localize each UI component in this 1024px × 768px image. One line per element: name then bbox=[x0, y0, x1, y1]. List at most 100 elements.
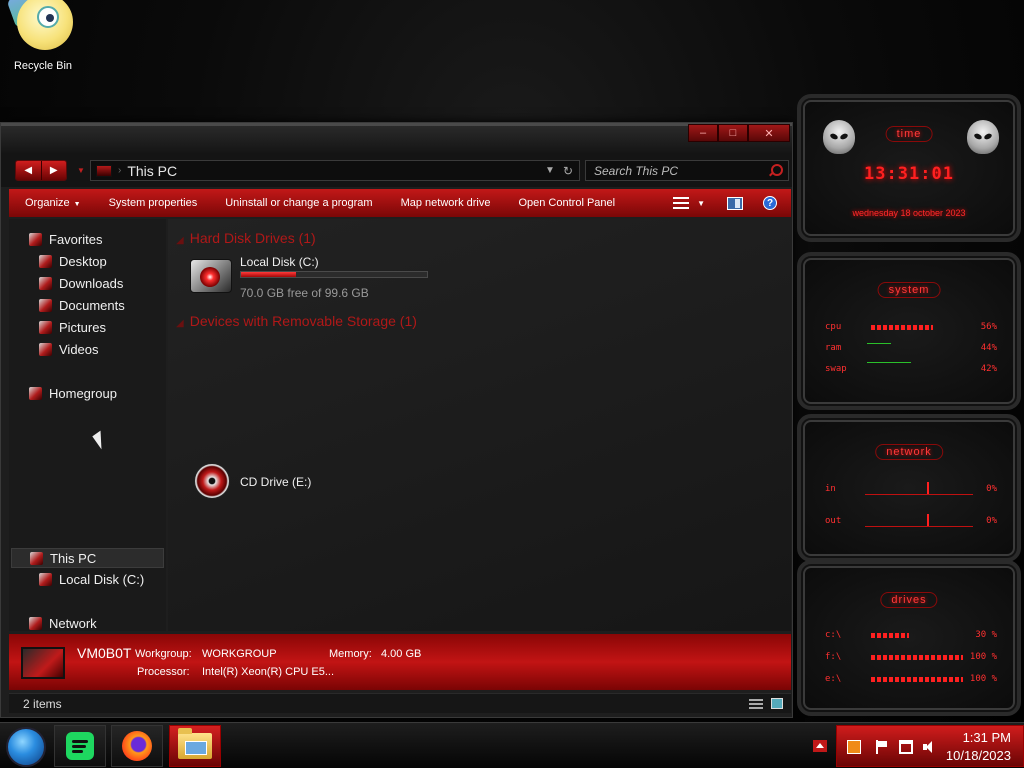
tray-app-icon[interactable] bbox=[847, 740, 861, 754]
large-icons-view-icon[interactable] bbox=[771, 698, 783, 709]
drives-gadget[interactable]: drives c:\ 30 % f:\ 100 % e:\ 100 % bbox=[797, 560, 1021, 716]
address-text: This PC bbox=[127, 162, 178, 179]
taskbar-spotify[interactable] bbox=[54, 725, 106, 767]
preview-pane-icon[interactable] bbox=[727, 196, 743, 210]
system-properties-button[interactable]: System properties bbox=[95, 197, 212, 209]
ram-value: 44% bbox=[980, 343, 997, 353]
memory-value: 4.00 GB bbox=[381, 648, 422, 660]
nav-homegroup[interactable]: Homegroup bbox=[29, 386, 117, 401]
gadget-date: wednesday 18 october 2023 bbox=[852, 208, 966, 218]
collapse-arrow-icon[interactable]: ◢ bbox=[176, 235, 184, 246]
network-gadget[interactable]: network in 0% out 0% bbox=[797, 414, 1021, 562]
open-control-panel-button[interactable]: Open Control Panel bbox=[504, 197, 629, 209]
this-pc-icon bbox=[30, 551, 43, 565]
hard-disk-icon bbox=[190, 259, 232, 293]
recent-locations-button[interactable]: ▼ bbox=[77, 166, 85, 175]
swap-label: swap bbox=[825, 364, 847, 374]
system-gadget-title: system bbox=[877, 282, 941, 298]
drive-c-gadget-label: c:\ bbox=[825, 630, 842, 640]
recycle-bin-icon bbox=[6, 0, 75, 56]
workgroup-label: Workgroup: bbox=[135, 648, 192, 660]
nav-local-disk[interactable]: Local Disk (C:) bbox=[39, 572, 144, 587]
gadget-clock: 13:31:01 bbox=[864, 164, 954, 184]
nav-downloads[interactable]: Downloads bbox=[39, 276, 123, 291]
start-button[interactable] bbox=[6, 727, 46, 767]
maximize-icon: □ bbox=[729, 127, 737, 139]
back-button[interactable]: ◀ bbox=[16, 161, 41, 180]
minimize-icon: – bbox=[699, 127, 707, 139]
nav-favorites[interactable]: Favorites bbox=[29, 232, 102, 247]
volume-icon[interactable] bbox=[923, 740, 937, 754]
favorites-star-icon bbox=[29, 233, 42, 246]
view-options-chevron-icon[interactable]: ▼ bbox=[697, 199, 705, 208]
address-dropdown-icon[interactable]: ▼ bbox=[545, 165, 555, 176]
network-status-icon[interactable] bbox=[899, 740, 913, 754]
this-pc-icon bbox=[96, 164, 112, 177]
action-center-flag-icon[interactable] bbox=[875, 740, 889, 754]
network-gadget-title: network bbox=[875, 444, 943, 460]
system-tray: 1:31 PM 10/18/2023 bbox=[836, 725, 1024, 767]
explorer-window: – □ ✕ ◀ ▶ ▼ › This PC ▼ ↻ Search This PC bbox=[0, 122, 793, 718]
network-in-graph bbox=[865, 494, 973, 495]
group-hard-disk-drives[interactable]: ◢ Hard Disk Drives (1) bbox=[176, 230, 316, 246]
navigation-bar: ◀ ▶ ▼ › This PC ▼ ↻ Search This PC bbox=[1, 153, 792, 187]
drive-e-gadget-value: 100 % bbox=[969, 674, 997, 684]
ram-graph bbox=[867, 343, 891, 344]
local-disk-icon bbox=[39, 573, 52, 586]
workgroup-value: WORKGROUP bbox=[202, 648, 277, 660]
taskbar-clock-time[interactable]: 1:31 PM bbox=[963, 730, 1011, 745]
breadcrumb-separator-icon[interactable]: › bbox=[118, 165, 121, 176]
network-out-value: 0% bbox=[986, 516, 997, 526]
taskbar-firefox[interactable] bbox=[111, 725, 163, 767]
help-icon[interactable]: ? bbox=[763, 196, 777, 210]
firefox-icon bbox=[122, 731, 152, 761]
system-gadget[interactable]: system cpu 56% ram 44% swap 42% bbox=[797, 252, 1021, 410]
close-button[interactable]: ✕ bbox=[748, 124, 790, 142]
memory-label: Memory: bbox=[329, 648, 372, 660]
details-view-icon[interactable] bbox=[749, 699, 763, 709]
change-view-icon[interactable] bbox=[673, 197, 690, 209]
network-out-spike bbox=[927, 514, 929, 526]
taskbar-clock-date[interactable]: 10/18/2023 bbox=[946, 748, 1011, 763]
window-titlebar[interactable]: – □ ✕ bbox=[1, 123, 792, 153]
search-input[interactable]: Search This PC bbox=[586, 164, 768, 178]
group-removable-storage[interactable]: ◢ Devices with Removable Storage (1) bbox=[176, 313, 417, 329]
alien-head-icon bbox=[967, 120, 999, 154]
collapse-arrow-icon[interactable]: ◢ bbox=[176, 318, 184, 329]
nav-this-pc[interactable]: This PC bbox=[11, 548, 164, 568]
map-network-drive-button[interactable]: Map network drive bbox=[387, 197, 505, 209]
drive-c-gadget-value: 30 % bbox=[975, 630, 997, 640]
nav-videos[interactable]: Videos bbox=[39, 342, 99, 357]
computer-name: VM0B0T bbox=[77, 645, 132, 661]
desktop-folder-icon bbox=[39, 255, 52, 268]
search-box[interactable]: Search This PC bbox=[585, 160, 789, 181]
show-hidden-icons-icon[interactable] bbox=[813, 740, 827, 752]
minimize-button[interactable]: – bbox=[688, 124, 718, 142]
cd-drive-icon bbox=[194, 463, 230, 499]
organize-button[interactable]: Organize ▼ bbox=[9, 197, 95, 209]
nav-network[interactable]: Network bbox=[29, 616, 97, 631]
item-count: 2 items bbox=[23, 697, 62, 711]
uninstall-program-button[interactable]: Uninstall or change a program bbox=[211, 197, 386, 209]
taskbar-file-explorer[interactable] bbox=[169, 725, 221, 767]
recycle-bin-shortcut[interactable]: Recycle Bin bbox=[6, 0, 78, 76]
nav-pictures[interactable]: Pictures bbox=[39, 320, 106, 335]
network-out-label: out bbox=[825, 516, 842, 526]
file-explorer-icon bbox=[178, 728, 212, 759]
forward-button[interactable]: ▶ bbox=[40, 161, 66, 180]
network-in-label: in bbox=[825, 484, 836, 494]
search-icon[interactable] bbox=[768, 163, 783, 178]
nav-documents[interactable]: Documents bbox=[39, 298, 125, 313]
network-in-value: 0% bbox=[986, 484, 997, 494]
close-icon: ✕ bbox=[764, 127, 774, 140]
cpu-value: 56% bbox=[980, 322, 997, 332]
command-bar: Organize ▼ System properties Uninstall or… bbox=[9, 189, 791, 217]
nav-desktop[interactable]: Desktop bbox=[39, 254, 107, 269]
refresh-icon[interactable]: ↻ bbox=[563, 164, 573, 178]
network-in-spike bbox=[927, 482, 929, 494]
maximize-button[interactable]: □ bbox=[718, 124, 748, 142]
drive-e-name: CD Drive (E:) bbox=[240, 475, 312, 489]
time-gadget[interactable]: time 13:31:01 wednesday 18 october 2023 bbox=[797, 94, 1021, 242]
processor-value: Intel(R) Xeon(R) CPU E5... bbox=[202, 666, 335, 678]
address-bar[interactable]: › This PC ▼ ↻ bbox=[90, 160, 580, 181]
